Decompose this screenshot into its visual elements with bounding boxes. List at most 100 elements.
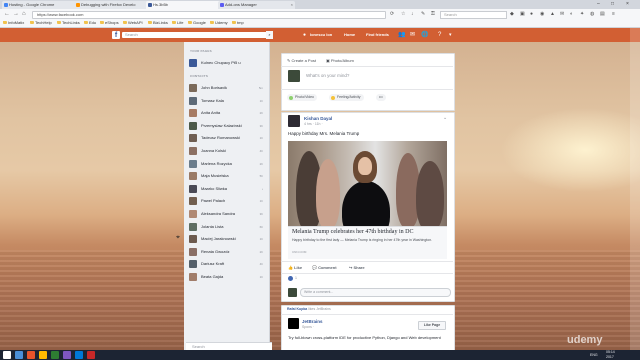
- contact-item[interactable]: Beata Gajda 1h: [188, 272, 266, 282]
- contact-item[interactable]: Joanna Kolski 4h: [188, 146, 266, 156]
- start-icon[interactable]: [3, 351, 11, 359]
- contact-item[interactable]: Przemyslaw Kalazinski 3h: [188, 121, 266, 131]
- download-icon[interactable]: ↓: [411, 10, 414, 19]
- bookmark-item[interactable]: WebAPI: [123, 19, 143, 27]
- extension-icon[interactable]: ▣: [520, 10, 525, 19]
- profile-link[interactable]: Ionescu Ion: [310, 32, 332, 38]
- bookmark-item[interactable]: BizLinks: [148, 19, 168, 27]
- contact-item[interactable]: Maja Musielska 5h: [188, 171, 266, 181]
- photo-video-button[interactable]: Photo/Video: [287, 94, 318, 101]
- share-button[interactable]: ↪ Share: [349, 265, 365, 270]
- page-scrollbar[interactable]: [630, 28, 640, 350]
- friend-requests-icon[interactable]: 👥: [398, 31, 405, 39]
- extension-icon[interactable]: ●: [530, 10, 533, 19]
- extension-icon[interactable]: ✦: [580, 10, 584, 19]
- maximize-icon[interactable]: □: [611, 0, 614, 9]
- photo-album-tab[interactable]: ▣ Photo/Album: [326, 58, 354, 63]
- bookmark-item[interactable]: Life: [172, 19, 183, 27]
- home-icon[interactable]: ⌂: [22, 9, 26, 19]
- contact-item[interactable]: Renata Gwozdz 2h: [188, 247, 266, 257]
- bookmark-item[interactable]: Google: [188, 19, 206, 27]
- like-button[interactable]: 👍 Like: [288, 265, 302, 270]
- star-icon[interactable]: ☆: [401, 10, 405, 19]
- back-icon[interactable]: ←: [4, 9, 10, 19]
- shield-icon[interactable]: ◆: [510, 10, 514, 19]
- bookmark-item[interactable]: tmp: [232, 19, 244, 27]
- bookmark-item[interactable]: eShops: [100, 19, 119, 27]
- avatar[interactable]: ●: [303, 31, 306, 39]
- taskbar-app-icon[interactable]: [87, 351, 95, 359]
- close-icon[interactable]: ×: [291, 1, 293, 9]
- create-post-tab[interactable]: ✎ Create a Post: [287, 58, 316, 63]
- reaction-count[interactable]: 1: [295, 276, 297, 280]
- browser-tab-4[interactable]: Add-ons Manager ×: [218, 1, 295, 9]
- like-reaction-icon[interactable]: [288, 276, 293, 281]
- contact-item[interactable]: John Borisavik 5m: [188, 83, 266, 93]
- browser-tab-3[interactable]: Hs.3b5b×: [146, 1, 223, 9]
- extension-icon[interactable]: ▤: [600, 10, 605, 19]
- feeling-activity-button[interactable]: Feeling/Activity: [329, 94, 364, 101]
- comment-button[interactable]: 💬 Comment: [312, 265, 337, 270]
- extension-icon[interactable]: ✉: [560, 10, 564, 19]
- extension-icon[interactable]: ◐: [570, 10, 573, 19]
- browser-tab-1[interactable]: Hosting - Google Chrome×: [2, 1, 79, 9]
- contact-item[interactable]: Maciej Jaraknowski 1h: [188, 234, 266, 244]
- taskbar-app-icon[interactable]: [75, 351, 83, 359]
- bookmark-item[interactable]: Edu: [84, 19, 96, 27]
- taskbar-app-icon[interactable]: [63, 351, 71, 359]
- bookmark-item[interactable]: InfoMatix: [3, 19, 24, 27]
- taskbar-app-icon[interactable]: [39, 351, 47, 359]
- menu-icon[interactable]: ≡: [612, 10, 615, 19]
- home-link[interactable]: Home: [344, 32, 355, 38]
- bookmark-item[interactable]: Udemy: [210, 19, 228, 27]
- link-title[interactable]: Melania Trump celebrates her 47th birthd…: [292, 229, 413, 235]
- messages-icon[interactable]: ✉: [410, 31, 415, 39]
- browser-search-input[interactable]: Search: [440, 11, 507, 19]
- close-window-icon[interactable]: ×: [626, 0, 629, 9]
- page-item[interactable]: Kulnec Chupacy Pt5 u: [188, 58, 266, 68]
- help-icon[interactable]: ?: [438, 31, 441, 39]
- browser-tab-2[interactable]: Debugging with Firefox Develo×: [74, 1, 151, 9]
- wrench-icon[interactable]: ✎: [421, 10, 425, 19]
- reload-icon[interactable]: ⟳: [390, 10, 394, 19]
- lock-icon[interactable]: ⚿: [431, 10, 435, 19]
- post-photo[interactable]: [288, 141, 447, 226]
- bookmark-item[interactable]: TechLinks: [57, 19, 80, 27]
- taskbar-app-icon[interactable]: [51, 351, 59, 359]
- taskbar-app-icon[interactable]: [15, 351, 23, 359]
- avatar[interactable]: [288, 115, 300, 127]
- contact-item[interactable]: Jolanta Lista 6h: [188, 222, 266, 232]
- contact-item[interactable]: Tadeusz Romanowski 1h: [188, 133, 266, 143]
- facebook-logo[interactable]: f: [112, 31, 120, 39]
- account-menu-icon[interactable]: ▾: [449, 31, 452, 39]
- jetbrains-logo[interactable]: [288, 318, 299, 329]
- extension-icon[interactable]: ◉: [540, 10, 544, 19]
- contact-item[interactable]: Marlena Rozycka 2h: [188, 159, 266, 169]
- more-options-button[interactable]: •••: [376, 94, 386, 101]
- contact-item[interactable]: Anita Anita 2h: [188, 108, 266, 118]
- notifications-icon[interactable]: 🌐: [421, 31, 428, 39]
- contact-item[interactable]: Aleksandra Sandra 3h: [188, 209, 266, 219]
- comment-input[interactable]: Write a comment...: [300, 288, 451, 297]
- post-time[interactable]: 4 hrs · 11h ·: [304, 122, 323, 126]
- chat-search-input[interactable]: Search: [186, 342, 272, 350]
- address-bar[interactable]: https://www.facebook.com: [32, 11, 386, 19]
- contact-item[interactable]: Tomasz Kala 1h: [188, 96, 266, 106]
- extension-icon[interactable]: ◍: [590, 10, 594, 19]
- contact-item[interactable]: Maarko Sliwka •: [188, 184, 266, 194]
- search-icon[interactable]: ⌕: [266, 31, 273, 39]
- like-page-button[interactable]: Like Page: [418, 321, 446, 330]
- clock-date[interactable]: 2017: [606, 352, 614, 362]
- bookmark-item[interactable]: TechHelp: [30, 19, 52, 27]
- language-indicator[interactable]: ENG: [590, 350, 598, 360]
- composer-input[interactable]: What's on your mind?: [306, 73, 349, 78]
- contact-item[interactable]: Dariusz Kraft 4h: [188, 259, 266, 269]
- minimize-icon[interactable]: –: [597, 0, 600, 9]
- sponsor-page-name[interactable]: JetBrains: [302, 319, 323, 324]
- taskbar-app-icon[interactable]: [27, 351, 35, 359]
- forward-icon[interactable]: →: [13, 9, 19, 19]
- extension-icon[interactable]: ▲: [550, 10, 555, 19]
- contact-item[interactable]: Pawel Palach 1h: [188, 196, 266, 206]
- post-author[interactable]: Kishan Dayal: [304, 116, 332, 121]
- find-friends-link[interactable]: Find friends: [366, 32, 389, 38]
